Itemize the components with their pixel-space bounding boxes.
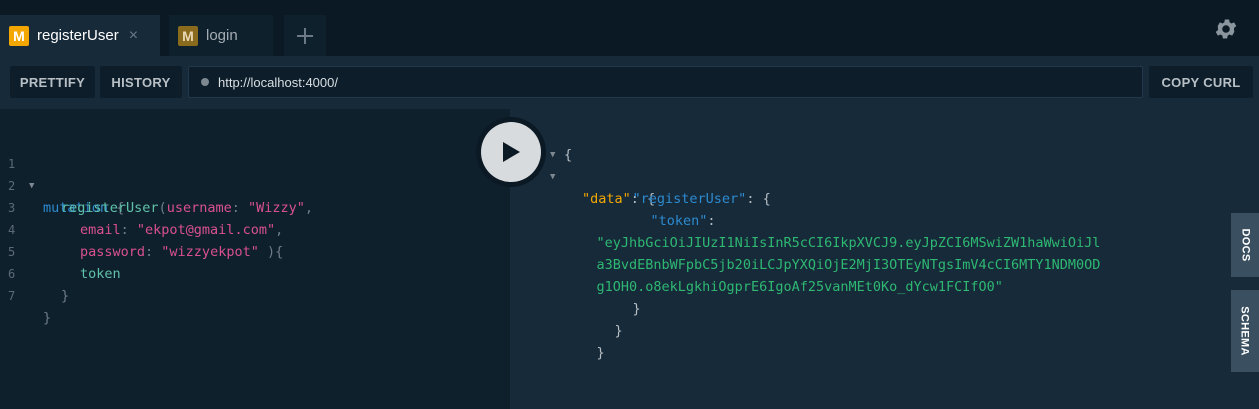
line-number: 7: [8, 289, 16, 303]
fold-arrow-icon[interactable]: ▼: [550, 166, 555, 188]
tab-label: registerUser: [37, 27, 119, 44]
result-line: }: [582, 298, 623, 339]
brace: }: [596, 345, 605, 361]
token-value: g1OH0.o8ekLgkhiOgprE6IgoAf25vanMEt0Ko_dY…: [596, 279, 1003, 295]
token-value-line: "eyJhbGciOiJIUzI1NiIsInR5cCI6IkpXVCJ9.ey…: [564, 210, 1101, 251]
code-line: 7 }: [0, 263, 510, 326]
brace: }: [43, 310, 52, 326]
code-line: 2 registerUser(username: "Wizzy",: [0, 153, 510, 216]
close-icon[interactable]: ×: [129, 27, 138, 45]
toolbar: PRETTIFY HISTORY http://localhost:4000/ …: [0, 56, 1259, 109]
schema-tab-label: SCHEMA: [1239, 306, 1251, 356]
code-line: 6 }: [0, 241, 510, 304]
code-line: 1 ▼ mutation {: [0, 131, 510, 216]
docs-tab-label: DOCS: [1239, 228, 1252, 262]
colon-brace: : {: [746, 191, 771, 207]
brace: }: [614, 323, 623, 339]
copy-curl-button[interactable]: COPY CURL: [1149, 66, 1253, 98]
play-icon: [503, 142, 520, 162]
token-value-line: a3BvdEBnbWFpbC5jb20iLCJpYXQiOjE2MjI3OTEy…: [564, 232, 1101, 273]
code-line: 4 password: "wizzyekpot" ){: [0, 197, 510, 260]
mutation-badge: M: [178, 25, 198, 46]
result-line: "token":: [618, 188, 716, 229]
history-button[interactable]: HISTORY: [100, 66, 182, 98]
gear-icon[interactable]: [1213, 16, 1239, 42]
tab-bar: M registerUser × M login: [0, 0, 1259, 56]
tab-label: login: [206, 27, 238, 44]
docs-tab[interactable]: DOCS: [1231, 213, 1259, 277]
endpoint-url-input[interactable]: http://localhost:4000/: [188, 66, 1143, 98]
add-tab-button[interactable]: [284, 15, 326, 56]
prettify-button[interactable]: PRETTIFY: [10, 66, 95, 98]
execute-query-button[interactable]: [476, 117, 546, 187]
query-editor[interactable]: 1 ▼ mutation { 2 registerUser(username: …: [0, 109, 510, 409]
result-line: ▼ "data": {: [550, 144, 655, 207]
code-line: 5 token: [0, 219, 510, 282]
token-value-line: g1OH0.o8ekLgkhiOgprE6IgoAf25vanMEt0Ko_dY…: [564, 254, 1003, 295]
schema-tab[interactable]: SCHEMA: [1231, 290, 1259, 372]
result-line: "registerUser": {: [600, 166, 771, 207]
result-line: ▼{: [550, 122, 583, 163]
brace: }: [632, 301, 641, 317]
play-button-face: [481, 122, 541, 182]
brace: }: [61, 288, 70, 304]
mutation-badge: M: [9, 25, 29, 46]
result-line: }: [564, 320, 605, 361]
plus-icon: [297, 27, 313, 44]
result-panel: ▼{ ▼ "data": { "registerUser": { "token"…: [510, 109, 1231, 409]
tab-register-user[interactable]: M registerUser ×: [0, 15, 160, 56]
endpoint-url: http://localhost:4000/: [218, 74, 338, 90]
status-dot-icon: [201, 78, 209, 86]
result-line: }: [600, 276, 641, 317]
tab-login[interactable]: M login: [169, 15, 273, 56]
code-line: 3 email: "ekpot@gmail.com",: [0, 175, 510, 238]
